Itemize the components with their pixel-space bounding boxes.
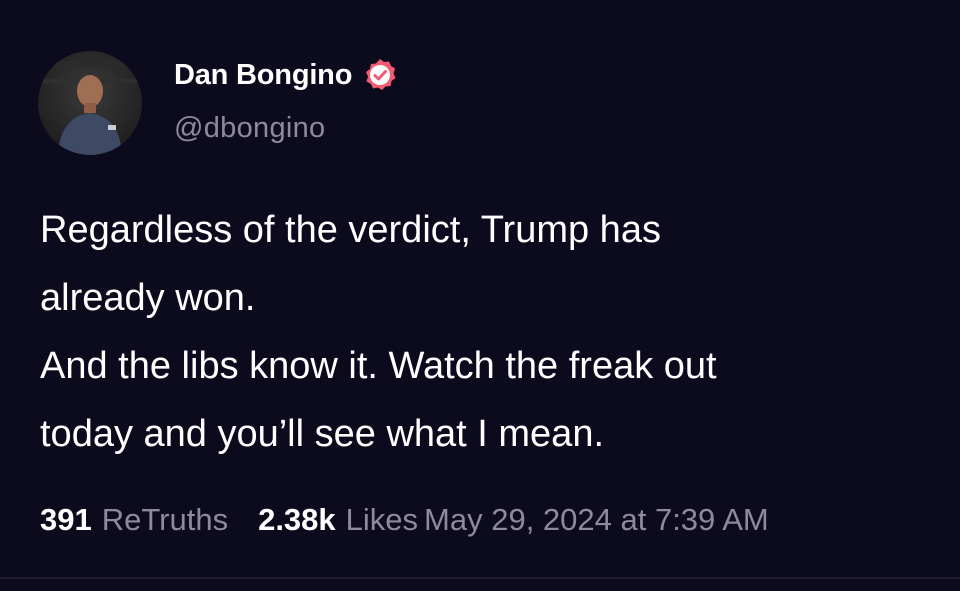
verified-badge-icon [366,59,396,90]
retruths-count: 391 [40,502,92,537]
post-body: Regardless of the verdict, Trump has alr… [40,196,930,468]
likes-stat[interactable]: 2.38k Likes [258,502,418,538]
post-body-line: already won. [40,277,256,319]
author-display-name[interactable]: Dan Bongino [174,59,352,92]
post-body-line: today and you’ll see what I mean. [40,413,605,455]
likes-label: Likes [345,502,419,537]
author-handle[interactable]: @dbongino [174,112,325,145]
divider [0,577,960,579]
post-body-line: And the libs know it. Watch the freak ou… [40,345,717,387]
author-name-row: Dan Bongino [174,56,398,94]
post-body-line: Regardless of the verdict, Trump has [40,209,661,251]
truth-post: Dan Bongino @dbongino Regardless of the … [0,0,960,591]
retruths-label: ReTruths [101,502,229,537]
retruths-stat[interactable]: 391 ReTruths [40,502,228,538]
likes-count: 2.38k [258,502,336,537]
post-timestamp[interactable]: May 29, 2024 at 7:39 AM [424,502,769,538]
avatar-image [38,51,142,155]
author-avatar[interactable] [38,51,142,155]
post-stats: 391 ReTruths 2.38k Likes May 29, 2024 at 7… [40,502,769,538]
